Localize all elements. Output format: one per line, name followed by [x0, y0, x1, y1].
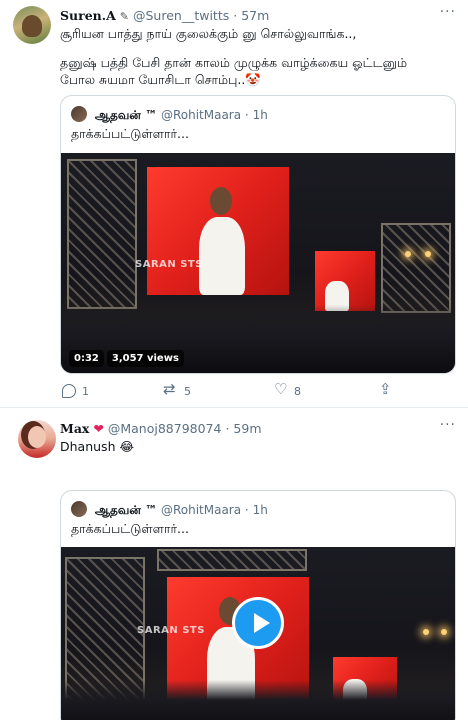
pen-icon: ✎ — [119, 10, 129, 23]
display-name[interactable]: Suren.A — [60, 8, 116, 23]
display-name[interactable]: Max — [60, 421, 89, 436]
stage-light — [441, 629, 447, 635]
quoted-handle: @RohitMaara — [160, 108, 242, 122]
quoted-tweet[interactable]: ஆதவன் ™ @RohitMaara · 1h தாக்கப்பட்டுள்ள… — [60, 490, 456, 720]
stage-light — [405, 251, 411, 257]
tweet-header: Suren.A ✎ @Suren__twitts · 57m — [60, 8, 269, 23]
quoted-avatar — [71, 106, 87, 122]
video-stats: 0:32 3,057 views — [69, 350, 187, 367]
tweet-2[interactable]: Max ❤ @Manoj88798074 · 59m ··· Dhanush 😂… — [0, 409, 468, 720]
quoted-display-name: ஆதவன் ™ — [94, 503, 158, 517]
quoted-display-name: ஆதவன் ™ — [94, 108, 158, 122]
quoted-timestamp: 1h — [252, 503, 268, 517]
quoted-header: ஆதவன் ™ @RohitMaara · 1h — [71, 501, 268, 519]
separator-dot: · — [233, 8, 238, 23]
quoted-tweet[interactable]: ஆதவன் ™ @RohitMaara · 1h தாக்கப்பட்டுள்ள… — [60, 95, 456, 374]
quoted-handle: @RohitMaara — [160, 503, 242, 517]
crowd — [61, 680, 455, 720]
tweet-header: Max ❤ @Manoj88798074 · 59m — [60, 421, 262, 436]
watermark: SARAN STS — [137, 625, 205, 636]
retweet-icon — [163, 380, 178, 398]
quoted-avatar — [71, 501, 87, 517]
tweet-text-line-3: போல சுயமா யோசிடா சொம்பு..🤡 — [60, 72, 261, 87]
more-icon[interactable]: ··· — [440, 417, 456, 433]
separator-dot: · — [244, 108, 249, 122]
video-thumbnail[interactable]: SARAN STS 0:32 3,057 views — [61, 153, 455, 373]
speaker-head — [210, 187, 232, 215]
like-icon — [274, 380, 288, 398]
tweet-actions: 1 5 8 — [60, 380, 440, 404]
retweet-count: 5 — [184, 384, 191, 398]
share-button[interactable] — [378, 380, 392, 398]
stage-light — [425, 251, 431, 257]
like-button[interactable]: 8 — [274, 380, 301, 398]
quoted-text: தாக்கப்பட்டுள்ளார்... — [71, 521, 189, 536]
watermark: SARAN STS — [135, 259, 203, 270]
stage-truss — [67, 159, 137, 309]
handle[interactable]: @Manoj88798074 — [108, 421, 222, 436]
video-duration: 0:32 — [69, 350, 104, 367]
handle[interactable]: @Suren__twitts — [133, 8, 229, 23]
play-icon[interactable] — [232, 597, 284, 649]
timestamp[interactable]: 57m — [241, 8, 269, 23]
more-icon[interactable]: ··· — [440, 4, 456, 20]
speaker-figure — [199, 217, 245, 295]
avatar[interactable] — [13, 6, 51, 44]
video-thumbnail[interactable]: SARAN STS — [61, 547, 455, 720]
reply-icon — [62, 384, 76, 398]
video-views: 3,057 views — [106, 350, 184, 367]
stage-truss — [157, 549, 307, 571]
quoted-timestamp: 1h — [252, 108, 268, 122]
separator-dot: · — [244, 503, 249, 517]
separator-dot: · — [225, 421, 230, 436]
timestamp[interactable]: 59m — [233, 421, 261, 436]
share-icon — [378, 380, 392, 398]
quoted-text: தாக்கப்பட்டுள்ளார்... — [71, 126, 189, 141]
stage-truss — [381, 223, 451, 313]
retweet-button[interactable]: 5 — [163, 380, 191, 398]
quoted-header: ஆதவன் ™ @RohitMaara · 1h — [71, 106, 268, 124]
tweet-text-line-1: சூரியன பாத்து நாய் குலைக்கும் னு சொல்லுவ… — [60, 26, 357, 41]
reply-button[interactable]: 1 — [62, 384, 89, 398]
like-count: 8 — [294, 384, 301, 398]
heart-emoji-icon: ❤ — [93, 421, 104, 436]
tweet-1[interactable]: Suren.A ✎ @Suren__twitts · 57m ··· சூரிய… — [0, 0, 468, 408]
reply-count: 1 — [82, 384, 89, 398]
tweet-text-line-2: தனுஷ் பத்தி பேசி தான் காலம் முழுக்க வாழ்… — [60, 55, 408, 70]
tweet-text: Dhanush 😂 — [60, 439, 135, 454]
avatar[interactable] — [18, 420, 56, 458]
stage-light — [423, 629, 429, 635]
